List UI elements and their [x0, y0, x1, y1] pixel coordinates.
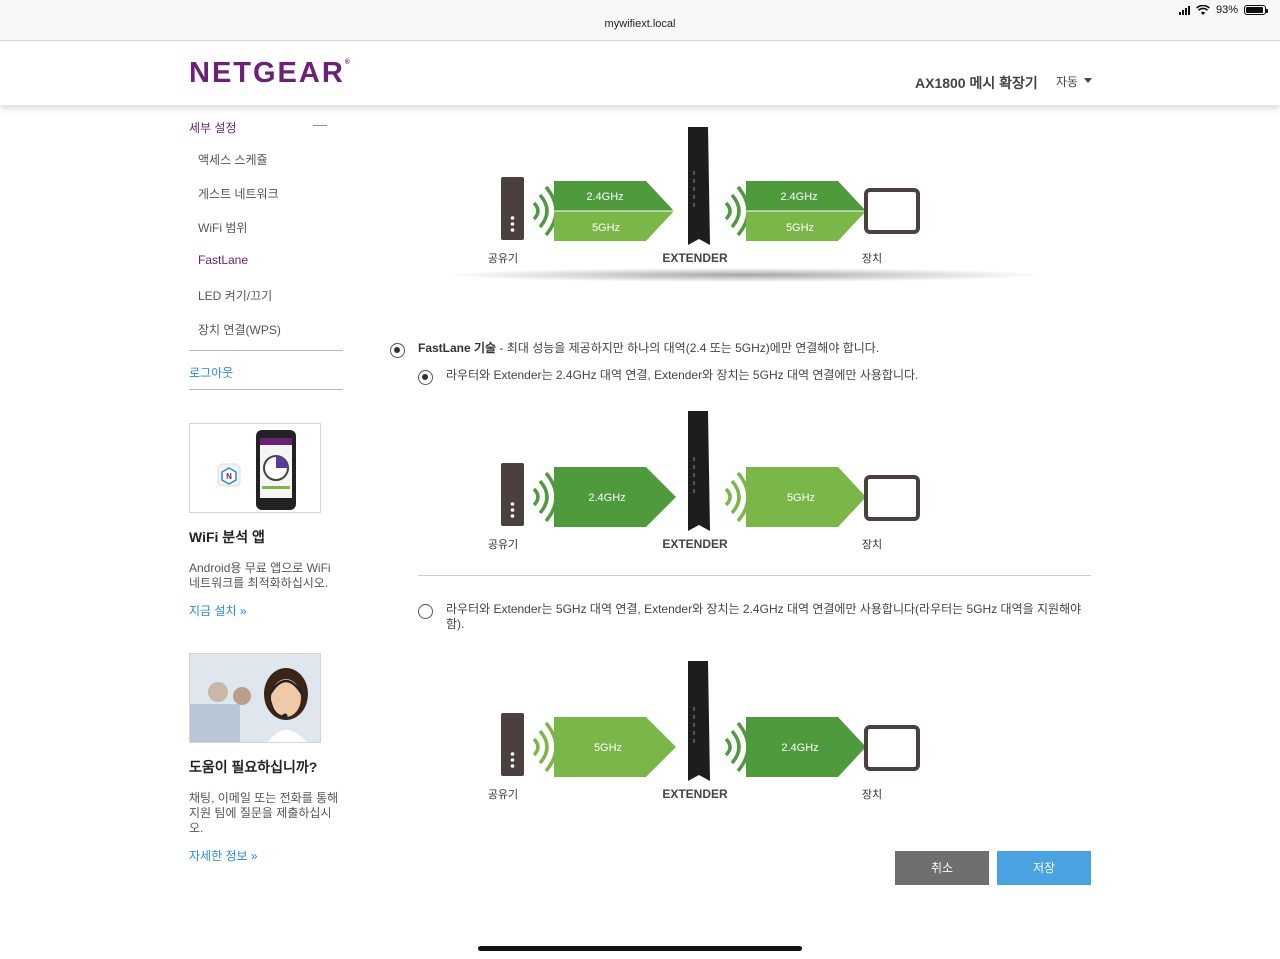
- fastlane-option-5-to-24-radio[interactable]: [418, 604, 433, 619]
- cellular-signal-icon: [1178, 5, 1190, 15]
- netgear-logo[interactable]: NETGEAR®: [189, 57, 350, 90]
- fastlane-radio[interactable]: [390, 343, 405, 358]
- promo-app-text: Android용 무료 앱으로 WiFi 네트워크를 최적화하십시오.: [189, 561, 331, 590]
- extender-icon: [688, 661, 710, 781]
- sidebar-divider: [189, 389, 343, 390]
- url-bar[interactable]: mywifiext.local: [0, 18, 1280, 30]
- collapse-icon[interactable]: —: [313, 116, 327, 132]
- battery-percent: 93%: [1215, 4, 1238, 16]
- sidebar-item-led[interactable]: LED 켜기/끄기: [189, 276, 343, 310]
- fastlane-5-24-diagram: 5GHz 2.4GHz 공유기 EXTENDER 장치: [370, 653, 1130, 823]
- home-indicator[interactable]: [478, 946, 802, 951]
- logout-link[interactable]: 로그아웃: [189, 351, 343, 389]
- promo-help-text: 채팅, 이메일 또는 전화를 통해 지원 팀에 질문을 제출하십시오.: [189, 791, 339, 835]
- promo-app-title: WiFi 분석 앱: [189, 529, 265, 545]
- extender-icon: [688, 127, 710, 245]
- browser-top-bar: mywifiext.local 93%: [0, 0, 1280, 41]
- svg-text:공유기: 공유기: [488, 538, 518, 551]
- save-button[interactable]: 저장: [997, 851, 1091, 885]
- svg-text:EXTENDER: EXTENDER: [662, 787, 728, 801]
- svg-text:EXTENDER: EXTENDER: [662, 537, 728, 551]
- svg-text:5GHz: 5GHz: [786, 222, 814, 234]
- chevron-down-icon: [1084, 78, 1093, 84]
- svg-text:2.4GHz: 2.4GHz: [781, 742, 818, 754]
- svg-text:장치: 장치: [862, 252, 882, 265]
- fastlane-option-24-to-5-radio[interactable]: [418, 370, 433, 385]
- install-now-link[interactable]: 지금 설치 »: [189, 602, 343, 619]
- svg-text:5GHz: 5GHz: [592, 222, 620, 234]
- sidebar-item-guest-network[interactable]: 게스트 네트워크: [189, 174, 343, 208]
- svg-text:공유기: 공유기: [488, 252, 518, 265]
- options-divider: [418, 575, 1091, 576]
- svg-text:2.4GHz: 2.4GHz: [588, 492, 625, 504]
- sidebar-section-advanced[interactable]: 세부 설정 —: [189, 112, 343, 140]
- support-agent-photo[interactable]: [189, 653, 321, 743]
- sidebar: 세부 설정 — 액세스 스케쥴 게스트 네트워크 WiFi 범위 FastLan…: [189, 112, 343, 864]
- svg-text:공유기: 공유기: [488, 788, 518, 801]
- svg-text:N: N: [226, 472, 232, 481]
- svg-text:2.4GHz: 2.4GHz: [586, 191, 623, 203]
- svg-text:2.4GHz: 2.4GHz: [780, 191, 817, 203]
- extender-icon: [688, 411, 710, 531]
- svg-text:장치: 장치: [862, 538, 882, 551]
- fastlane-option-24-to-5-label: 라우터와 Extender는 2.4GHz 대역 연결, Extender와 장…: [446, 368, 919, 382]
- sidebar-item-wifi-range[interactable]: WiFi 범위: [189, 208, 343, 242]
- dual-band-diagram: 2.4GHz 5GHz 2.4GHz 5GHz 공유기 EXTENDER 장치: [370, 115, 1130, 285]
- page-header: NETGEAR® AX1800 메시 확장기 자동: [0, 41, 1280, 105]
- svg-text:EXTENDER: EXTENDER: [662, 251, 728, 265]
- battery-icon: [1244, 5, 1268, 15]
- language-selector[interactable]: 자동: [1056, 73, 1093, 90]
- device-icon: [864, 475, 920, 521]
- sidebar-item-wps[interactable]: 장치 연결(WPS): [189, 310, 343, 344]
- fastlane-24-5-diagram: 2.4GHz 5GHz 공유기 EXTENDER 장치: [370, 403, 1130, 573]
- svg-text:장치: 장치: [862, 788, 882, 801]
- device-icon: [864, 188, 920, 234]
- sidebar-item-fastlane[interactable]: FastLane: [189, 242, 343, 276]
- device-icon: [864, 725, 920, 771]
- cancel-button[interactable]: 취소: [895, 851, 989, 885]
- promo-help-title: 도움이 필요하십니까?: [189, 759, 318, 775]
- wifi-icon: [1196, 4, 1210, 15]
- sidebar-item-access-schedule[interactable]: 액세스 스케쥴: [189, 140, 343, 174]
- svg-text:5GHz: 5GHz: [787, 492, 815, 504]
- more-info-link[interactable]: 자세한 정보 »: [189, 847, 343, 864]
- product-name: AX1800 메시 확장기: [915, 75, 1038, 91]
- wifi-analytics-app-image[interactable]: N: [189, 423, 321, 513]
- status-indicators: 93%: [1178, 4, 1268, 16]
- fastlane-option-5-to-24-label: 라우터와 Extender는 5GHz 대역 연결, Extender와 장치는…: [446, 602, 1082, 631]
- fastlane-label: FastLane 기술 - 최대 성능을 제공하지만 하나의 대역(2.4 또는…: [418, 341, 880, 355]
- svg-text:5GHz: 5GHz: [594, 742, 622, 754]
